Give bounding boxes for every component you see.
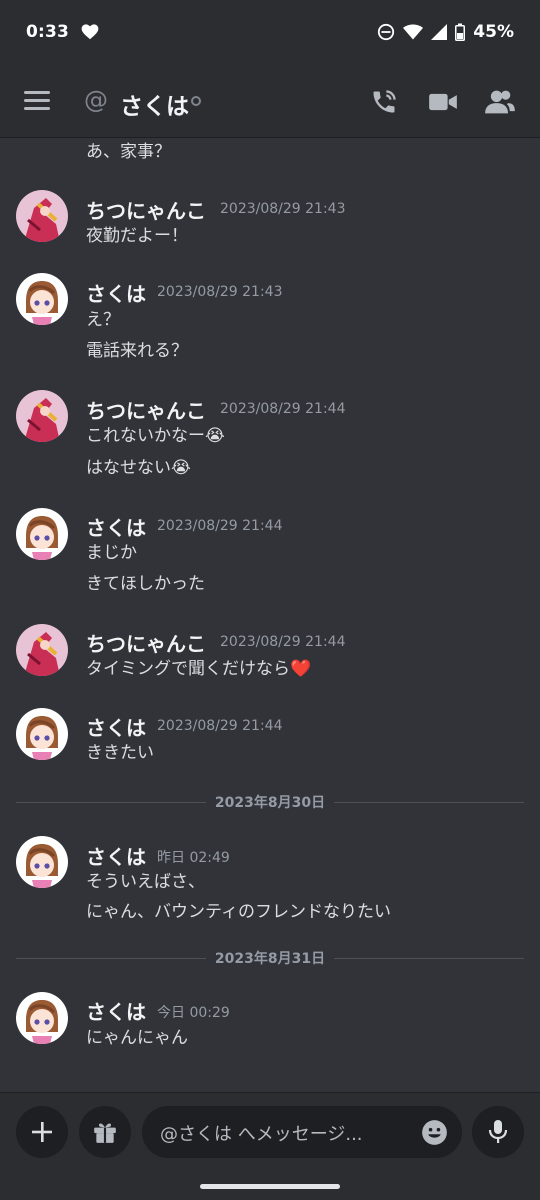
message-text: にゃん、バウンティのフレンドなりたい: [86, 902, 391, 922]
message-author[interactable]: ちつにゃんこ: [86, 195, 206, 224]
message-timestamp: 2023/08/29 21:44: [157, 718, 283, 734]
message-timestamp: 2023/08/29 21:44: [220, 634, 346, 650]
do-not-disturb-icon: [378, 23, 395, 41]
channel-header: @ さくは: [0, 64, 540, 138]
battery-icon: [455, 23, 466, 41]
status-bar: 0:33 45%: [0, 0, 540, 64]
gift-icon: [94, 1123, 116, 1143]
offline-status-icon: [191, 96, 201, 106]
message-timestamp: 2023/08/29 21:43: [220, 201, 346, 217]
date-divider: 2023年8月31日: [16, 948, 524, 968]
microphone-icon: [488, 1120, 508, 1143]
message-text: にゃんにゃん: [86, 1028, 188, 1048]
avatar[interactable]: [16, 624, 68, 676]
message-timestamp: 2023/08/29 21:44: [220, 401, 346, 417]
message-text: そういえばさ、: [86, 872, 205, 892]
cell-signal-icon: [431, 24, 448, 40]
message-text: あ、家事？: [86, 142, 171, 162]
avatar[interactable]: [16, 708, 68, 760]
message-input[interactable]: @さくは へメッセージ...: [142, 1106, 462, 1158]
at-icon: @: [84, 86, 108, 114]
message-text: まじか: [86, 543, 137, 563]
status-time: 0:33: [26, 22, 70, 42]
heart-icon: [81, 24, 99, 40]
menu-icon[interactable]: [24, 91, 50, 111]
message-author[interactable]: さくは: [86, 841, 146, 870]
message-author[interactable]: さくは: [86, 512, 146, 541]
message-input-placeholder: @さくは へメッセージ...: [160, 1124, 363, 1145]
battery-percent: 45%: [473, 22, 514, 42]
avatar[interactable]: [16, 992, 68, 1044]
message-text: タイミングで聞くだけなら❤️: [86, 659, 312, 679]
message-text: きてほしかった: [86, 574, 205, 594]
emoji-icon[interactable]: [421, 1119, 448, 1146]
message-author[interactable]: さくは: [86, 712, 146, 741]
plus-icon: [32, 1122, 52, 1142]
message-text: 夜勤だよー！: [86, 226, 188, 246]
video-call-icon[interactable]: [428, 88, 458, 116]
wifi-icon: [403, 24, 424, 40]
message-author[interactable]: ちつにゃんこ: [86, 628, 206, 657]
message-list[interactable]: あ、家事？ ちつにゃんこ 2023/08/29 21:43 夜勤だよー！ さくは…: [0, 138, 540, 1092]
message-text: はなせない😭: [86, 458, 191, 478]
home-indicator[interactable]: [200, 1184, 340, 1189]
avatar[interactable]: [16, 273, 68, 325]
attach-button[interactable]: [16, 1106, 68, 1158]
message-text: 電話来れる？: [86, 341, 188, 361]
message-timestamp: 2023/08/29 21:44: [157, 518, 283, 534]
avatar[interactable]: [16, 508, 68, 560]
message-author[interactable]: ちつにゃんこ: [86, 395, 206, 424]
message-text: ききたい: [86, 743, 154, 763]
voice-message-button[interactable]: [472, 1106, 524, 1158]
message-author[interactable]: さくは: [86, 278, 146, 307]
message-text: これないかなー😭: [86, 426, 225, 446]
gift-button[interactable]: [79, 1106, 131, 1158]
message-text: え？: [86, 310, 120, 330]
voice-call-icon[interactable]: [370, 88, 398, 116]
message-author[interactable]: さくは: [86, 996, 146, 1025]
date-divider: 2023年8月30日: [16, 792, 524, 812]
message-timestamp: 今日 00:29: [157, 1005, 230, 1021]
avatar[interactable]: [16, 190, 68, 242]
avatar[interactable]: [16, 836, 68, 888]
channel-title[interactable]: さくは: [120, 87, 189, 121]
avatar[interactable]: [16, 390, 68, 442]
members-icon[interactable]: [484, 88, 516, 116]
message-timestamp: 2023/08/29 21:43: [157, 284, 283, 300]
message-timestamp: 昨日 02:49: [157, 850, 230, 866]
